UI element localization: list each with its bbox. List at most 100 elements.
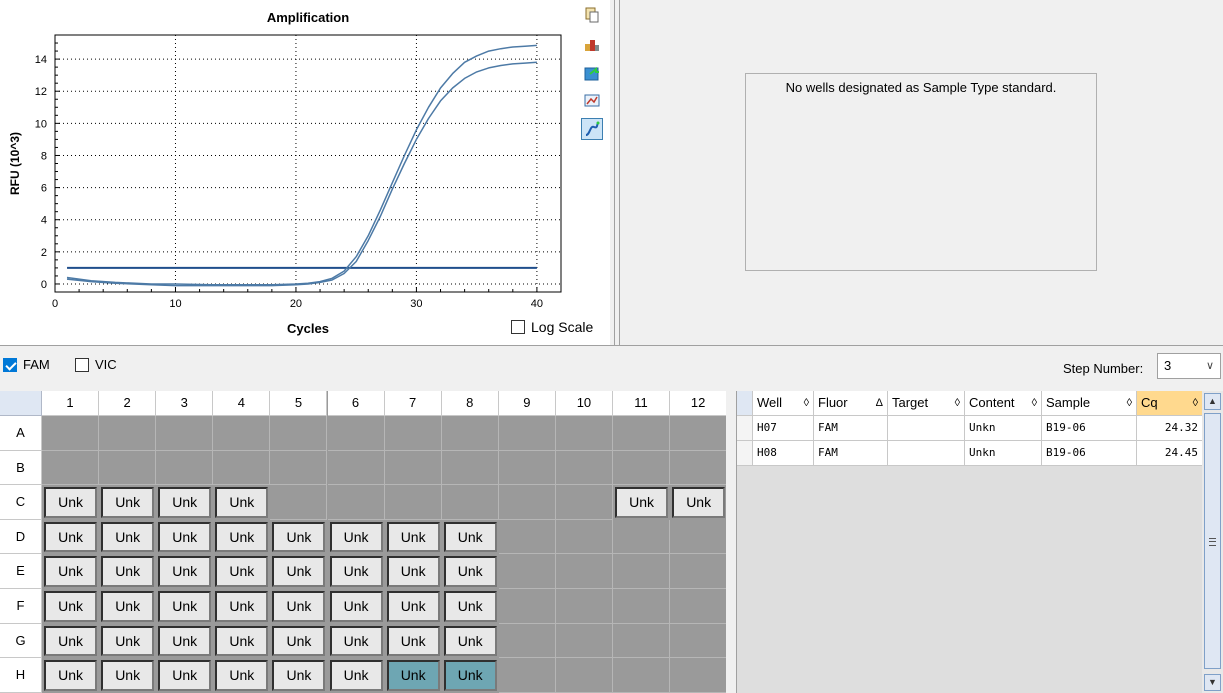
plate-well[interactable]: Unk xyxy=(215,660,269,691)
plate-well[interactable]: Unk xyxy=(443,625,497,657)
table-cell[interactable] xyxy=(888,441,965,466)
table-cell[interactable]: 24.45 xyxy=(1137,441,1203,466)
table-cell[interactable]: Unkn xyxy=(965,441,1042,466)
plate-well-empty[interactable] xyxy=(555,589,613,624)
table-header-cq[interactable]: Cq ◊ xyxy=(1137,391,1203,416)
plate-row-header[interactable]: D xyxy=(0,519,42,555)
plate-well-empty[interactable] xyxy=(327,450,385,486)
plate-well-empty[interactable] xyxy=(670,416,726,451)
plate-well-empty[interactable] xyxy=(555,485,613,520)
plate-column-header[interactable]: 8 xyxy=(441,391,499,416)
table-cell[interactable]: B19-06 xyxy=(1042,416,1137,441)
plate-column-header[interactable]: 4 xyxy=(213,391,271,416)
plate-well[interactable]: Unk xyxy=(329,625,383,657)
plate-well[interactable]: Unk xyxy=(44,591,98,622)
plate-select-all[interactable] xyxy=(0,391,42,416)
plate-well-empty[interactable] xyxy=(42,450,100,486)
plate-well[interactable]: Unk xyxy=(101,487,155,518)
table-header-sample[interactable]: Sample ◊ xyxy=(1042,391,1137,416)
table-header-well[interactable]: Well ◊ xyxy=(753,391,814,416)
plate-well-empty[interactable] xyxy=(384,450,442,486)
plate-well-empty[interactable] xyxy=(156,416,214,451)
plate-well[interactable]: Unk xyxy=(215,556,269,587)
plate-well-empty[interactable] xyxy=(613,519,671,555)
scroll-up-button[interactable]: ▲ xyxy=(1204,393,1221,410)
plate-well-empty[interactable] xyxy=(555,658,613,693)
plate-well[interactable]: Unk xyxy=(44,521,98,553)
plate-well[interactable]: Unk xyxy=(329,556,383,587)
plate-row-header[interactable]: H xyxy=(0,658,42,693)
plate-well-empty[interactable] xyxy=(613,623,671,659)
plate-well-empty[interactable] xyxy=(670,520,726,555)
table-cell[interactable]: H07 xyxy=(753,416,814,441)
plate-well[interactable]: Unk xyxy=(101,556,155,587)
plate-well[interactable]: Unk xyxy=(215,591,269,622)
table-header-content[interactable]: Content ◊ xyxy=(965,391,1042,416)
plate-well[interactable]: Unk xyxy=(443,591,497,622)
table-cell[interactable]: 24.32 xyxy=(1137,416,1203,441)
plate-well[interactable]: Unk xyxy=(44,556,98,587)
plate-row-header[interactable]: G xyxy=(0,623,42,659)
plate-row-header[interactable]: E xyxy=(0,554,42,589)
plate-well[interactable]: Unk xyxy=(386,625,440,657)
plate-well-empty[interactable] xyxy=(270,450,328,486)
plate-well[interactable]: Unk xyxy=(158,591,212,622)
log-scale-box[interactable] xyxy=(511,320,525,334)
plate-column-header[interactable]: 10 xyxy=(555,391,613,416)
plate-well[interactable]: Unk xyxy=(386,521,440,553)
plate-well-empty[interactable] xyxy=(441,485,499,520)
plate-well[interactable]: Unk xyxy=(272,556,326,587)
plate-well[interactable]: Unk xyxy=(272,625,326,657)
fluor-vic-box[interactable] xyxy=(75,357,89,372)
plate-well-empty[interactable] xyxy=(670,658,726,693)
plate-well[interactable]: Unk xyxy=(329,521,383,553)
plate-well[interactable]: Unk xyxy=(215,487,269,518)
plate-well-empty[interactable] xyxy=(498,485,556,520)
plate-well[interactable]: Unk xyxy=(44,625,98,657)
plate-well-empty[interactable] xyxy=(670,554,726,589)
plate-column-header[interactable]: 1 xyxy=(42,391,100,416)
plate-well-empty[interactable] xyxy=(555,519,613,555)
plate-well-empty[interactable] xyxy=(670,451,726,486)
table-cell[interactable]: Unkn xyxy=(965,416,1042,441)
table-cell[interactable]: FAM xyxy=(814,441,888,466)
log-scale-checkbox[interactable]: Log Scale xyxy=(511,319,593,335)
plate-well[interactable]: Unk xyxy=(329,660,383,691)
plate-well[interactable]: Unk xyxy=(44,660,98,691)
plate-well[interactable]: Unk xyxy=(443,556,497,587)
plate-well-empty[interactable] xyxy=(99,450,157,486)
plate-row-header[interactable]: C xyxy=(0,485,42,520)
plate-well[interactable]: Unk xyxy=(158,487,212,518)
plate-well-empty[interactable] xyxy=(327,485,385,520)
plate-row-header[interactable]: A xyxy=(0,416,42,451)
copy-icon[interactable] xyxy=(581,4,603,26)
table-corner[interactable] xyxy=(737,391,753,416)
plate-well-empty[interactable] xyxy=(498,658,556,693)
plate-column-header[interactable]: 12 xyxy=(670,391,726,416)
plate-column-header[interactable]: 11 xyxy=(613,391,671,416)
plate-well-empty[interactable] xyxy=(555,554,613,589)
plate-well-empty[interactable] xyxy=(213,416,271,451)
plate-well[interactable]: Unk xyxy=(443,521,497,553)
plate-well-empty[interactable] xyxy=(555,450,613,486)
plate-well[interactable]: Unk xyxy=(386,556,440,587)
plate-well[interactable]: Unk xyxy=(101,591,155,622)
table-cell[interactable] xyxy=(888,416,965,441)
plate-well-empty[interactable] xyxy=(613,450,671,486)
plate-well-empty[interactable] xyxy=(327,416,385,451)
plate-well-empty[interactable] xyxy=(270,416,328,451)
plate-well[interactable]: Unk xyxy=(386,660,440,691)
table-scrollbar[interactable]: ▲ ▼ xyxy=(1202,391,1223,693)
table-cell[interactable]: FAM xyxy=(814,416,888,441)
plate-well-empty[interactable] xyxy=(384,485,442,520)
plate-well[interactable]: Unk xyxy=(672,487,726,518)
plate-column-header[interactable]: 6 xyxy=(327,391,385,416)
plate-column-header[interactable]: 5 xyxy=(270,391,328,416)
plate-well-empty[interactable] xyxy=(498,450,556,486)
plate-well-empty[interactable] xyxy=(213,450,271,486)
plate-well-empty[interactable] xyxy=(670,589,726,624)
plate-well-empty[interactable] xyxy=(613,658,671,693)
table-row-header[interactable] xyxy=(737,416,753,441)
table-header-target[interactable]: Target ◊ xyxy=(888,391,965,416)
plate-well[interactable]: Unk xyxy=(215,625,269,657)
